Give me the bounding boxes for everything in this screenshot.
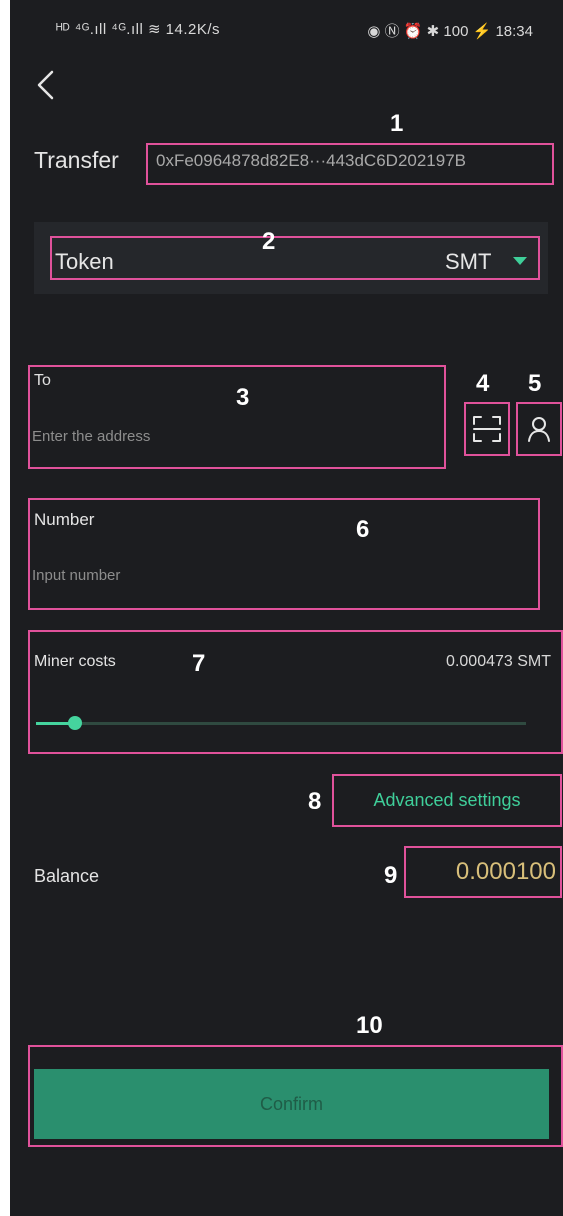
to-address-field[interactable] [28, 365, 446, 469]
back-button[interactable] [32, 68, 60, 102]
annotation-1: 1 [390, 110, 404, 137]
number-input[interactable] [32, 561, 332, 589]
scan-icon [473, 416, 501, 442]
annotation-5: 5 [528, 370, 542, 397]
token-label: Token [55, 249, 114, 274]
number-field[interactable] [28, 498, 540, 610]
scan-button[interactable] [464, 402, 510, 456]
annotation-6: 6 [356, 516, 370, 543]
wallet-address: 0xFe0964878d82E8···443dC6D202197B [156, 151, 467, 170]
miner-slider-track[interactable] [36, 722, 526, 725]
miner-costs-panel [28, 630, 563, 754]
annotation-10: 10 [356, 1012, 383, 1039]
advanced-settings-button[interactable]: Advanced settings [334, 776, 560, 825]
contact-button[interactable] [516, 402, 562, 456]
transfer-screen: ᴴᴰ ⁴ᴳ.ıll ⁴ᴳ.ıll ≋ 14.2K/s ◉ Ⓝ ⏰ ✱ 100 ⚡… [10, 0, 563, 1216]
confirm-button[interactable]: Confirm [34, 1069, 549, 1139]
number-label: Number [34, 510, 95, 529]
miner-costs-label: Miner costs [34, 653, 116, 670]
balance-value: 0.000100 [455, 858, 556, 885]
token-value: SMT [445, 249, 492, 274]
to-label: To [34, 372, 51, 389]
status-bar: ᴴᴰ ⁴ᴳ.ıll ⁴ᴳ.ıll ≋ 14.2K/s ◉ Ⓝ ⏰ ✱ 100 ⚡… [10, 0, 563, 58]
status-left: ᴴᴰ ⁴ᴳ.ıll ⁴ᴳ.ıll ≋ 14.2K/s [56, 21, 221, 38]
annotation-9: 9 [384, 862, 398, 889]
annotation-3: 3 [236, 384, 250, 411]
status-right: ◉ Ⓝ ⏰ ✱ 100 ⚡ 18:34 [367, 23, 533, 40]
annotation-4: 4 [476, 370, 490, 397]
chevron-left-icon [37, 70, 54, 100]
annotation-2: 2 [262, 228, 276, 255]
annotation-8: 8 [308, 788, 322, 815]
annotation-7: 7 [192, 650, 206, 677]
to-address-input[interactable] [32, 422, 332, 450]
contact-icon [528, 417, 550, 442]
transfer-label: Transfer [34, 147, 119, 173]
caret-down-icon [513, 257, 527, 265]
miner-costs-value: 0.000473 SMT [446, 653, 551, 670]
balance-label: Balance [34, 866, 100, 886]
